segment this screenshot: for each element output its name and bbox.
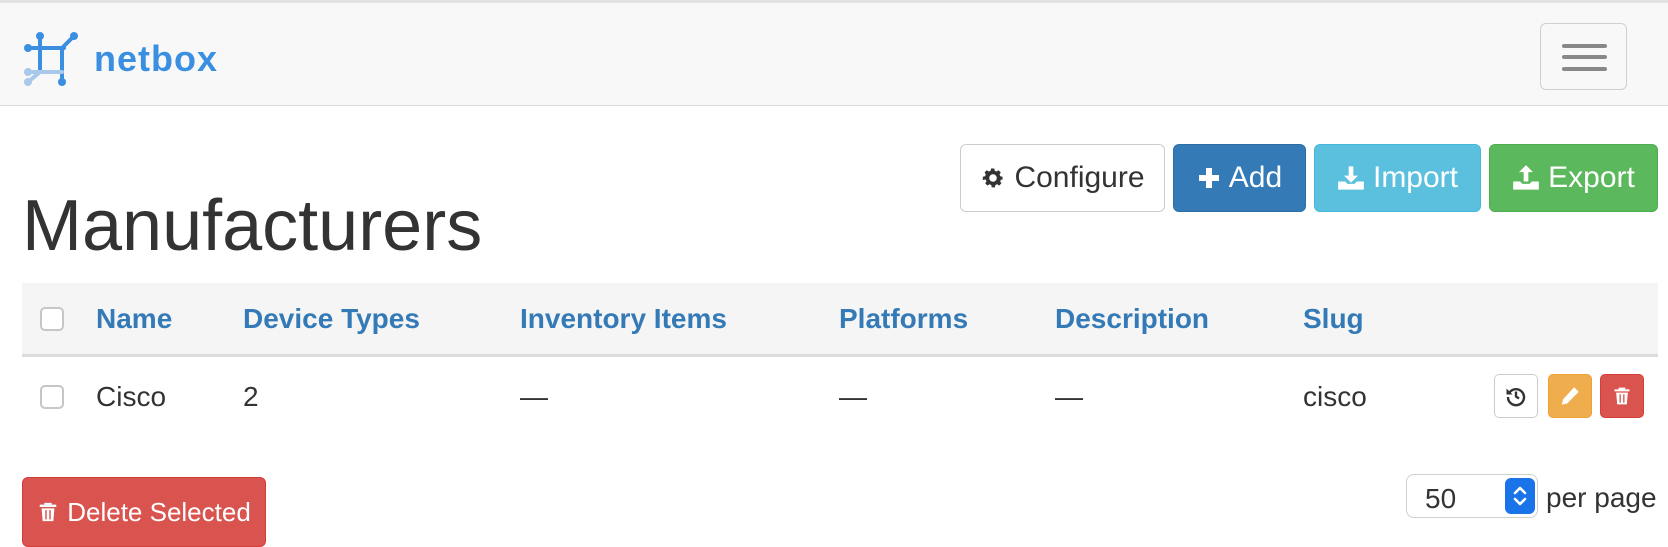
per-page-value: 50 (1425, 483, 1457, 514)
menu-toggle-button[interactable] (1540, 23, 1627, 90)
export-button[interactable]: Export (1489, 144, 1658, 212)
delete-button[interactable] (1600, 374, 1644, 418)
edit-button[interactable] (1548, 374, 1592, 418)
changelog-button[interactable] (1494, 374, 1538, 418)
column-header-slug[interactable]: Slug (1303, 283, 1364, 354)
configure-label: Configure (1014, 161, 1145, 194)
download-icon (1338, 166, 1364, 190)
delete-selected-label: Delete Selected (67, 496, 251, 527)
netbox-logo-icon (24, 32, 78, 86)
manufacturer-name-link[interactable]: Cisco (96, 357, 166, 437)
per-page-select[interactable]: 50 (1406, 474, 1538, 518)
platforms-value: — (839, 381, 867, 412)
table-header: Name Device Types Inventory Items Platfo… (22, 283, 1658, 357)
configure-button[interactable]: Configure (960, 144, 1165, 212)
upload-icon (1513, 165, 1539, 190)
trash-icon (1614, 387, 1630, 405)
select-all-checkbox[interactable] (40, 306, 64, 331)
pencil-icon (1561, 387, 1579, 405)
brand-name: netbox (94, 38, 219, 79)
column-header-inventory-items[interactable]: Inventory Items (520, 283, 727, 354)
column-header-description[interactable]: Description (1055, 283, 1209, 354)
delete-selected-button[interactable]: Delete Selected (22, 477, 266, 547)
description-value: — (1055, 381, 1083, 412)
device-types-count: 2 (243, 381, 259, 412)
inventory-items-value: — (520, 381, 548, 412)
import-label: Import (1372, 161, 1459, 194)
plus-icon (1198, 168, 1219, 188)
navbar: netbox (0, 0, 1668, 106)
add-label: Add (1228, 161, 1283, 194)
manufacturers-table: Name Device Types Inventory Items Platfo… (22, 283, 1658, 437)
row-select-checkbox[interactable] (40, 385, 64, 409)
table-row: Cisco 2 — — — cisco (22, 357, 1658, 437)
column-header-name[interactable]: Name (96, 283, 172, 354)
import-button[interactable]: Import (1314, 144, 1481, 212)
column-header-device-types[interactable]: Device Types (243, 283, 420, 354)
page-title: Manufacturers (22, 186, 483, 266)
gear-icon (983, 168, 1004, 188)
column-header-platforms[interactable]: Platforms (839, 283, 968, 354)
trash-icon (39, 502, 57, 522)
select-spinner-icon (1505, 478, 1535, 514)
brand-link[interactable]: netbox (22, 29, 218, 89)
per-page-label: per page (1546, 482, 1657, 513)
add-button[interactable]: Add (1173, 144, 1306, 212)
history-icon (1506, 388, 1526, 407)
export-label: Export (1548, 161, 1635, 194)
menu-icon (1562, 44, 1607, 48)
slug-value: cisco (1303, 381, 1367, 412)
